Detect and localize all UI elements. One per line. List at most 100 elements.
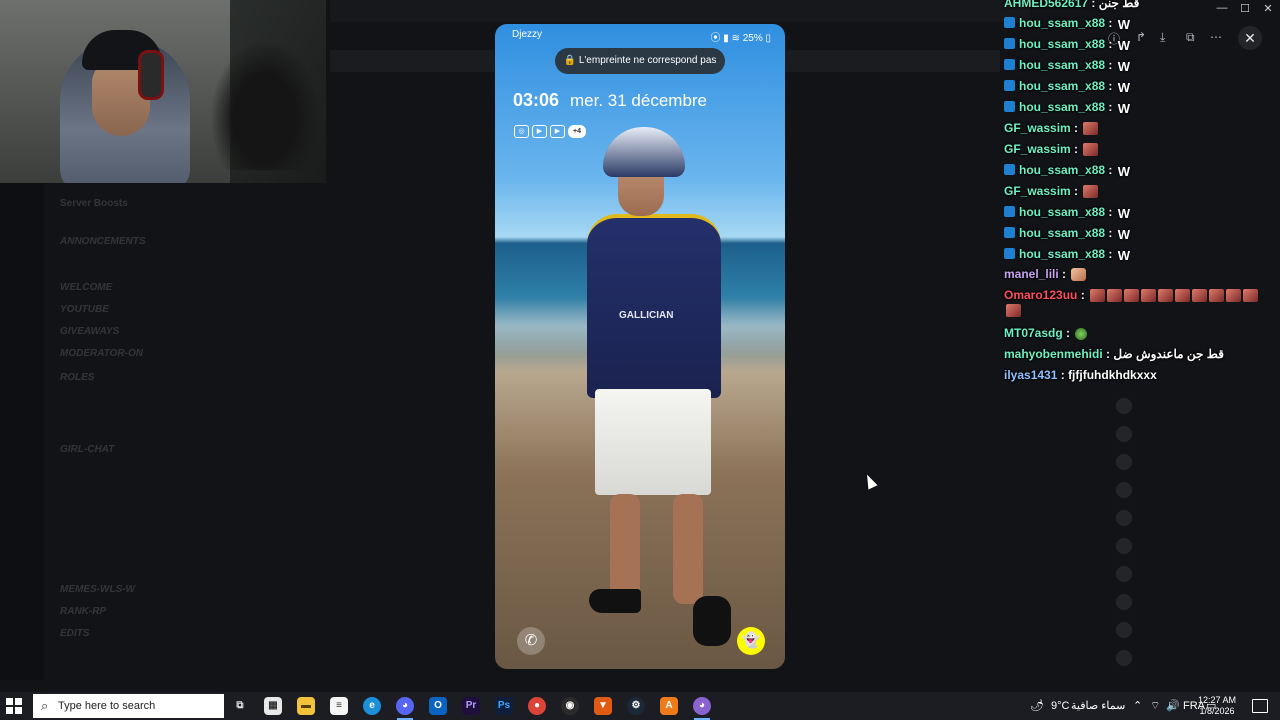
carrier-label: Djezzy	[512, 29, 543, 40]
background-member	[1116, 594, 1140, 612]
share-icon[interactable]: ↱	[1136, 30, 1146, 44]
taskbar: ⌕ Type here to search ⧉ ▦ ▬ ≡ e ◕ O Pr P…	[0, 692, 1280, 720]
lock-time: 03:06	[513, 90, 560, 110]
app-icon[interactable]: A	[660, 697, 678, 715]
emote-face-icon	[1090, 289, 1106, 303]
chrome-icon[interactable]: ●	[528, 697, 546, 715]
emote-cat-icon	[1071, 268, 1087, 282]
notification-icons: ◎ ▶ ▶ +4	[514, 125, 589, 138]
chat-message: Omaro123uu :	[1004, 288, 1274, 324]
weather-temp[interactable]: 9°C	[1051, 692, 1069, 720]
background-member	[1116, 482, 1140, 500]
emote-face-icon	[1083, 185, 1099, 199]
chat-message: hou_ssam_x88 : W	[1004, 247, 1133, 267]
background-server-list	[0, 180, 45, 680]
edge-icon[interactable]: e	[363, 697, 381, 715]
chat-message: hou_ssam_x88 : W	[1004, 58, 1133, 78]
chat-message: GF_wassim :	[1004, 142, 1099, 162]
chat-message: manel_lili :	[1004, 267, 1087, 287]
chat-message: hou_ssam_x88 : W	[1004, 163, 1133, 183]
emote-green-icon	[1075, 327, 1088, 340]
snapchat-icon: 👻	[737, 627, 765, 655]
background-channel: ROLES	[60, 372, 95, 383]
emote-face-icon	[1209, 289, 1225, 303]
emote-w-icon: W	[1117, 80, 1131, 96]
premiere-icon[interactable]: Pr	[462, 697, 480, 715]
phone-call-icon: ✆	[517, 627, 545, 655]
background-channel: ANNONCEMENTS	[60, 236, 146, 247]
file-explorer-icon[interactable]: ▬	[297, 697, 315, 715]
background-channel: GIVEAWAYS	[60, 326, 120, 337]
prime-badge-icon	[1004, 59, 1015, 71]
prime-badge-icon	[1004, 17, 1015, 29]
emote-w-icon: W	[1117, 248, 1131, 264]
notepad-icon[interactable]: ≡	[330, 697, 348, 715]
background-member	[1116, 538, 1140, 556]
emote-face-icon	[1192, 289, 1208, 303]
background-member	[1116, 426, 1140, 444]
photoshop-icon[interactable]: Ps	[495, 697, 513, 715]
background-member	[1116, 650, 1140, 668]
emote-w-icon: W	[1117, 101, 1131, 117]
more-icon[interactable]: ⋯	[1210, 30, 1222, 44]
weather-desc[interactable]: سماء صافية	[1071, 692, 1125, 720]
youtube-icon: ▶	[550, 125, 565, 138]
youtube-icon: ▶	[532, 125, 547, 138]
emote-w-icon: W	[1117, 206, 1131, 222]
signal-icon: ⦿ ▮ ≋	[710, 33, 743, 44]
task-view-icon[interactable]: ⧉	[231, 697, 249, 715]
search-icon: ⌕	[41, 698, 49, 713]
chevron-up-icon[interactable]: ⌃	[1133, 692, 1142, 720]
taskbar-search-input[interactable]: ⌕ Type here to search	[33, 694, 224, 718]
chat-message: AHMED562617 : قط جنن	[1004, 0, 1140, 10]
chat-message: hou_ssam_x88 : W	[1004, 16, 1133, 36]
emote-face-icon	[1141, 289, 1157, 303]
prime-badge-icon	[1004, 248, 1015, 260]
store-icon[interactable]: ▦	[264, 697, 282, 715]
prime-badge-icon	[1004, 227, 1015, 239]
weather-icon[interactable]: 🌶	[1030, 692, 1044, 720]
background-member	[1116, 510, 1140, 528]
phone-lockscreen-image: Djezzy ⦿ ▮ ≋ 25% ▯ 🔒 L'empreinte ne corr…	[495, 24, 785, 669]
emote-w-icon: W	[1117, 59, 1131, 75]
maximize-button[interactable]: ☐	[1235, 2, 1255, 15]
background-channel: EDITS	[60, 628, 90, 639]
brave-icon[interactable]: ▼	[594, 697, 612, 715]
app-icon[interactable]: ◕	[693, 697, 711, 715]
open-external-icon[interactable]: ⧉	[1186, 30, 1195, 45]
fingerprint-toast: 🔒 L'empreinte ne correspond pas	[555, 48, 725, 74]
background-topbar	[330, 0, 1030, 22]
windows-start-button[interactable]	[6, 698, 22, 714]
wifi-icon[interactable]: ⌔	[1150, 692, 1160, 720]
background-channel: Server Boosts	[60, 198, 128, 209]
background-channel: RANK-RP	[60, 606, 107, 617]
download-icon[interactable]: ⤓	[1160, 30, 1165, 45]
background-member	[1116, 622, 1140, 640]
emote-face-icon	[1243, 289, 1259, 303]
minimize-button[interactable]: —	[1212, 2, 1232, 14]
chat-message: hou_ssam_x88 : W	[1004, 226, 1133, 246]
close-viewer-button[interactable]: ✕	[1238, 26, 1262, 50]
background-member	[1116, 566, 1140, 584]
chat-message: ilyas1431 : fjfjfuhdkhdkxxx	[1004, 368, 1157, 382]
discord-icon[interactable]: ◕	[396, 697, 414, 715]
outlook-icon[interactable]: O	[429, 697, 447, 715]
shirt-text: GALLICIAN	[619, 310, 674, 321]
chat-message: MT07asdg :	[1004, 326, 1088, 346]
volume-icon[interactable]: 🔊	[1166, 692, 1180, 720]
taskbar-clock[interactable]: 12:27 AM 1/8/2026	[1194, 695, 1240, 717]
emote-face-icon	[1175, 289, 1191, 303]
notif-more-badge: +4	[568, 125, 586, 138]
notification-center-icon[interactable]	[1252, 699, 1268, 713]
obs-icon[interactable]: ◉	[561, 697, 579, 715]
chat-message: hou_ssam_x88 : W	[1004, 205, 1133, 225]
background-member	[1116, 454, 1140, 472]
emote-w-icon: W	[1117, 38, 1131, 54]
lock-date: mer. 31 décembre	[570, 91, 708, 110]
steam-icon[interactable]: ⚙	[627, 697, 645, 715]
close-window-button[interactable]: ✕	[1258, 2, 1278, 15]
chat-message: hou_ssam_x88 : W	[1004, 37, 1133, 57]
emote-face-icon	[1158, 289, 1174, 303]
chat-message: hou_ssam_x88 : W	[1004, 79, 1133, 99]
prime-badge-icon	[1004, 101, 1015, 113]
